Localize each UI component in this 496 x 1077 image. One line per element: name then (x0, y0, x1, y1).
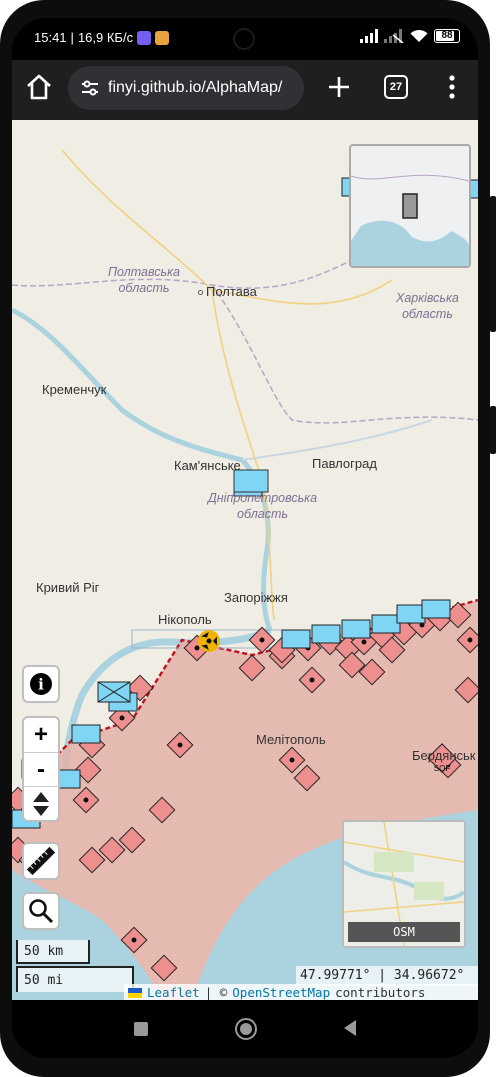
ruler-icon[interactable] (24, 844, 58, 878)
city-nikopol: Нікополь (158, 612, 212, 627)
ru-unit-marker[interactable] (150, 954, 178, 982)
front-camera (233, 28, 255, 50)
more-menu-icon[interactable] (442, 72, 462, 102)
ru-unit-marker[interactable] (120, 926, 148, 954)
recents-icon[interactable] (134, 1022, 148, 1036)
ua-unit-marker[interactable] (281, 629, 311, 649)
osm-link[interactable]: OpenStreetMap (232, 984, 330, 1000)
city-kremenchuk: Кременчук (42, 382, 107, 397)
region-label-kharkiv: Харківська область (396, 291, 459, 321)
ru-unit-marker[interactable] (278, 746, 306, 774)
power-button (490, 406, 496, 454)
zoom-in-icon[interactable]: + (24, 718, 58, 752)
city-berdiansk: Бердянськ (412, 748, 476, 763)
city-pavlohrad: Павлоград (312, 456, 377, 471)
ua-unit-marker[interactable] (311, 624, 341, 644)
network-speed: 16,9 КБ/с (77, 30, 134, 45)
address-bar[interactable]: finyi.github.io/AlphaMap/ (68, 66, 304, 110)
sof-label: SOF (434, 764, 451, 773)
scale-km: 50 km (16, 940, 90, 964)
browser-toolbar: finyi.github.io/AlphaMap/ 27 (12, 60, 478, 120)
ru-unit-marker[interactable] (72, 786, 100, 814)
ua-unit-marker[interactable] (396, 604, 426, 624)
zoom-out-icon[interactable]: - (24, 752, 58, 786)
layer-switcher[interactable]: OSM (342, 820, 466, 948)
region-label-dnipro: Дніпропетровська область (208, 491, 318, 521)
info-button[interactable]: i (24, 667, 58, 701)
phone-frame: 15:41 | 16,9 КБ/с 88 finyi.github.io/Alp… (0, 0, 496, 1077)
home-icon[interactable] (24, 72, 54, 102)
ua-unit-marker[interactable] (71, 724, 101, 744)
city-dot-icon (198, 290, 203, 296)
search-icon[interactable] (24, 894, 58, 928)
ru-unit-marker[interactable] (298, 666, 326, 694)
ru-unit-marker[interactable] (293, 764, 321, 792)
site-settings-icon[interactable] (80, 79, 100, 97)
attribution: Leaflet | © OpenStreetMap contributors (124, 984, 478, 1000)
ua-unit-marker[interactable] (341, 619, 371, 639)
search-control[interactable] (22, 892, 60, 930)
nuclear-plant-icon[interactable] (198, 630, 220, 652)
city-kryvyi-rih: Кривий Ріг (36, 580, 100, 595)
scale-mi: 50 mi (16, 966, 134, 992)
info-icon: i (30, 673, 52, 695)
minimap-viewport-rect[interactable] (402, 193, 418, 219)
minimap-view (351, 146, 469, 266)
notification-app-icon (155, 30, 170, 45)
cellular-signal-2-icon (384, 29, 404, 43)
ru-unit-marker[interactable] (454, 676, 478, 704)
wifi-icon (410, 29, 428, 42)
region-label-poltava: Полтавська область (108, 265, 180, 295)
ru-unit-marker[interactable] (238, 654, 266, 682)
attribution-contributors: contributors (335, 985, 426, 1000)
city-kamianske: Кам'янське (174, 458, 241, 473)
cursor-coordinates: 47.99771° | 34.96672° (296, 966, 478, 986)
cellular-signal-icon (360, 29, 378, 43)
layer-name: OSM (348, 922, 460, 942)
battery-icon: 88 (434, 29, 460, 43)
tabs-icon[interactable]: 27 (384, 75, 408, 99)
ua-unit-marker[interactable] (371, 614, 401, 634)
status-time: 15:41 (34, 30, 67, 45)
viber-icon (137, 30, 152, 45)
pan-arrows-icon[interactable] (24, 786, 58, 820)
leaflet-link[interactable]: Leaflet (147, 984, 200, 1000)
ru-unit-marker[interactable] (148, 796, 176, 824)
url-text: finyi.github.io/AlphaMap/ (108, 79, 283, 96)
ua-unit-marker-large[interactable] (233, 469, 269, 493)
ru-unit-marker[interactable] (456, 626, 478, 654)
battery-percent: 88 (441, 30, 453, 41)
android-nav-bar (12, 1000, 478, 1058)
svg-text:i: i (38, 676, 44, 694)
city-poltava: Полтава (198, 284, 257, 299)
ru-unit-marker[interactable] (166, 731, 194, 759)
screen: 15:41 | 16,9 КБ/с 88 finyi.github.io/Alp… (12, 18, 478, 1058)
volume-button (490, 196, 496, 332)
zoom-control: + - (22, 716, 60, 822)
ua-unit-marker[interactable] (421, 599, 451, 619)
attribution-separator: | © (204, 985, 228, 1000)
info-control[interactable]: i (22, 665, 60, 703)
ukraine-flag-icon (128, 988, 142, 998)
back-icon[interactable] (344, 1020, 356, 1036)
city-melitopol: Мелітополь (256, 732, 326, 747)
city-zaporizhzhia: Запоріжжя (224, 590, 288, 605)
ruler-control[interactable] (22, 842, 60, 880)
overview-minimap[interactable] (349, 144, 471, 268)
ua-infantry-marker[interactable] (97, 681, 131, 703)
home-nav-icon[interactable] (235, 1018, 257, 1040)
new-tab-icon[interactable] (324, 72, 354, 102)
map-viewport[interactable]: SOF Полтавська область Харківська область … (12, 120, 478, 1000)
status-bar: 15:41 | 16,9 КБ/с 88 (12, 18, 478, 60)
